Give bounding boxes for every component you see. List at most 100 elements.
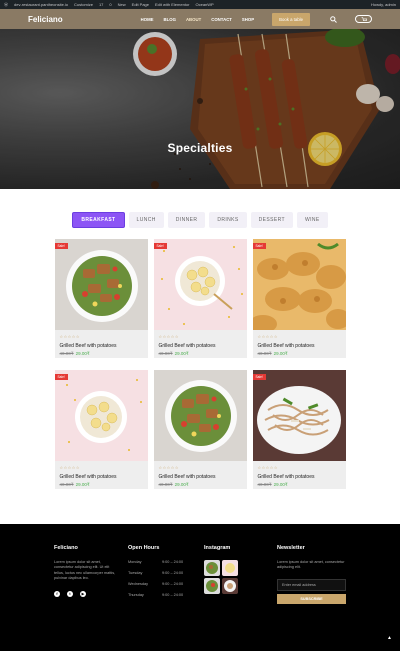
tab-dessert[interactable]: DESSERT <box>250 212 293 228</box>
product-image[interactable]: Sale! <box>153 239 247 330</box>
nav-about[interactable]: ABOUT <box>186 17 201 22</box>
site-header: Feliciano HOME BLOG ABOUT CONTACT SHOP B… <box>0 9 400 29</box>
product-card[interactable]: Sale! ☆☆☆☆☆ Grilled Beef with potatoes 4… <box>252 370 346 489</box>
instagram-photo[interactable] <box>204 578 220 594</box>
product-image[interactable]: Sale! <box>54 239 148 330</box>
product-price: 40.00₹ 29.00₹ <box>60 482 90 488</box>
hours-row: Wednesday 9:00 – 24:00 <box>128 582 183 586</box>
tab-dinner[interactable]: DINNER <box>167 212 206 228</box>
cart-icon <box>361 16 367 21</box>
instagram-grid <box>204 560 238 594</box>
product-card[interactable]: Sale! ☆☆☆☆☆ Grilled Beef with potatoes 4… <box>54 370 148 489</box>
hours-time: 9:00 – 24:00 <box>162 560 184 564</box>
admin-howdy[interactable]: Howdy, admin <box>371 2 396 7</box>
footer-about-title: Feliciano <box>54 545 78 551</box>
footer-news-text: Lorem ipsum dolor sit amet, consectetur … <box>277 560 345 570</box>
rating-stars: ☆☆☆☆☆ <box>257 334 278 339</box>
tab-lunch[interactable]: LUNCH <box>128 212 164 228</box>
admin-elementor-link[interactable]: Edit with Elementor <box>155 2 189 7</box>
footer-hours: Open Hours Monday 9:00 – 24:00 Tuesday 9:0… <box>128 545 183 604</box>
footer-about: Feliciano Lorem ipsum dolor sit amet, co… <box>54 545 116 597</box>
sale-price: 29.00₹ <box>75 482 90 487</box>
food-photo <box>252 239 346 330</box>
instagram-photo[interactable] <box>222 560 238 576</box>
footer-about-text: Lorem ipsum dolor sit amet, consectetur … <box>54 560 116 581</box>
hours-time: 9:00 – 24:00 <box>162 582 184 586</box>
wp-logo-icon[interactable]: Ⓦ <box>4 2 8 8</box>
product-card[interactable]: Sale! ☆☆☆☆☆ Grilled Beef with potatoes 4… <box>153 239 247 358</box>
product-title[interactable]: Grilled Beef with potatoes <box>60 474 117 480</box>
facebook-icon[interactable]: f <box>54 590 60 597</box>
hours-day: Monday <box>128 560 142 564</box>
sale-price: 29.00₹ <box>75 351 90 356</box>
product-card[interactable]: Sale! ☆☆☆☆☆ Grilled Beef with potatoes 4… <box>252 239 346 358</box>
instagram-photo[interactable] <box>222 578 238 594</box>
admin-customize-link[interactable]: Customize <box>74 2 93 7</box>
youtube-icon[interactable]: ▶ <box>80 590 86 597</box>
hours-day: Wednesday <box>128 582 148 586</box>
food-photo <box>153 370 247 461</box>
nav-contact[interactable]: CONTACT <box>211 17 232 22</box>
product-grid: Sale! ☆☆☆☆☆ Grilled Beef with potatoes 4… <box>0 239 400 489</box>
food-photo <box>54 239 148 330</box>
hours-row: Thursday 9:00 – 24:00 <box>128 593 183 597</box>
admin-updates-link[interactable]: 0 <box>109 2 111 7</box>
scroll-to-top-icon[interactable]: ▲ <box>387 635 392 641</box>
hours-row: Tuesday 9:00 – 24:00 <box>128 571 183 575</box>
sale-badge: Sale! <box>54 243 68 249</box>
product-image[interactable] <box>153 370 247 461</box>
rating-stars: ☆☆☆☆☆ <box>257 465 278 470</box>
tab-breakfast[interactable]: BREAKFAST <box>72 212 125 228</box>
old-price: 40.00₹ <box>59 482 74 487</box>
product-image[interactable]: Sale! <box>252 370 346 461</box>
rating-stars: ☆☆☆☆☆ <box>158 465 179 470</box>
admin-oceanwp-link[interactable]: OceanWP <box>195 2 213 7</box>
admin-site-link[interactable]: dev-restaurant.pantheonsite.io <box>14 2 68 7</box>
main-nav: HOME BLOG ABOUT CONTACT SHOP Book a tabl… <box>141 12 372 26</box>
twitter-icon[interactable]: t <box>67 590 73 597</box>
hours-time: 9:00 – 24:00 <box>162 593 184 597</box>
product-title[interactable]: Grilled Beef with potatoes <box>159 343 216 349</box>
hero-banner: Specialties <box>0 29 400 189</box>
tab-wine[interactable]: WINE <box>296 212 328 228</box>
hours-day: Tuesday <box>128 571 143 575</box>
footer-insta-title: Instagram <box>204 545 231 551</box>
book-table-button[interactable]: Book a table <box>272 12 310 26</box>
admin-new-link[interactable]: New <box>118 2 126 7</box>
nav-blog[interactable]: BLOG <box>164 17 176 22</box>
food-photo <box>54 370 148 461</box>
product-title[interactable]: Grilled Beef with potatoes <box>258 474 315 480</box>
subscribe-button[interactable]: SUBSCRIBE <box>277 593 346 604</box>
cart-button[interactable] <box>355 15 372 23</box>
product-title[interactable]: Grilled Beef with potatoes <box>159 474 216 480</box>
admin-edit-page-link[interactable]: Edit Page <box>132 2 149 7</box>
nav-home[interactable]: HOME <box>141 17 154 22</box>
nav-shop[interactable]: SHOP <box>242 17 254 22</box>
product-price: 40.00₹ 29.00₹ <box>258 351 288 357</box>
product-title[interactable]: Grilled Beef with potatoes <box>258 343 315 349</box>
food-photo <box>153 239 247 330</box>
sale-price: 29.00₹ <box>174 482 189 487</box>
email-field[interactable]: Enter email address <box>277 578 346 591</box>
site-logo[interactable]: Feliciano <box>28 15 63 24</box>
search-icon[interactable] <box>330 15 337 23</box>
product-title[interactable]: Grilled Beef with potatoes <box>60 343 117 349</box>
site-footer: Feliciano Lorem ipsum dolor sit amet, co… <box>0 524 400 651</box>
sale-badge: Sale! <box>252 243 266 249</box>
product-card[interactable]: Sale! ☆☆☆☆☆ Grilled Beef with potatoes 4… <box>54 239 148 358</box>
instagram-photo[interactable] <box>204 560 220 576</box>
hours-row: Monday 9:00 – 24:00 <box>128 560 183 564</box>
footer-hours-title: Open Hours <box>128 545 160 551</box>
sale-badge: Sale! <box>252 374 266 380</box>
product-card[interactable]: ☆☆☆☆☆ Grilled Beef with potatoes 40.00₹ 2… <box>153 370 247 489</box>
footer-instagram: Instagram <box>204 545 238 594</box>
old-price: 40.00₹ <box>257 482 272 487</box>
wp-admin-bar: Ⓦ dev-restaurant.pantheonsite.io Customi… <box>0 0 400 9</box>
product-image[interactable]: Sale! <box>252 239 346 330</box>
social-links: f t ▶ <box>54 590 116 597</box>
tab-drinks[interactable]: DRINKS <box>209 212 247 228</box>
admin-comments-link[interactable]: 17 <box>99 2 103 7</box>
hero-food-image <box>0 29 400 189</box>
product-price: 40.00₹ 29.00₹ <box>258 482 288 488</box>
product-image[interactable]: Sale! <box>54 370 148 461</box>
